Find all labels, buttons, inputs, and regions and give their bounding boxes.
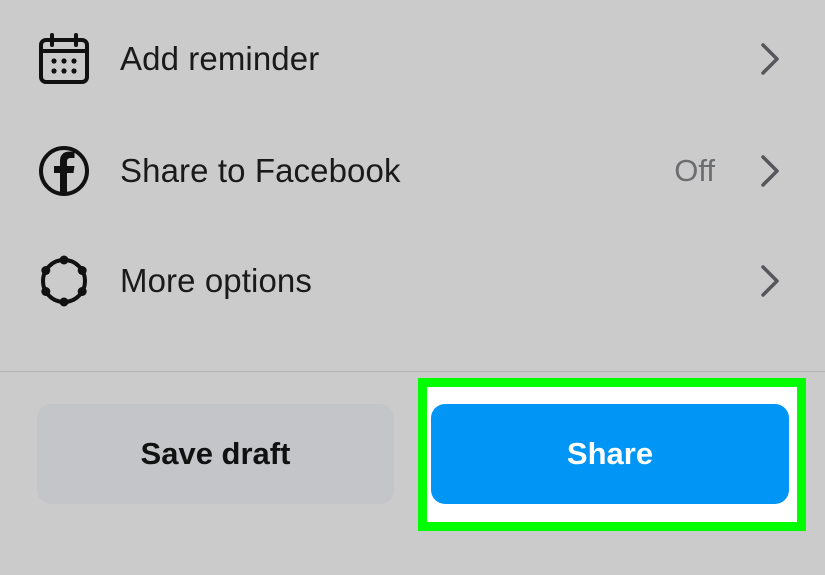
- save-draft-button[interactable]: Save draft: [37, 404, 394, 504]
- share-button[interactable]: Share: [431, 404, 789, 504]
- menu-item-more-options[interactable]: More options: [0, 231, 825, 331]
- facebook-icon: [37, 144, 91, 198]
- divider: [0, 371, 825, 372]
- calendar-icon: [37, 32, 91, 86]
- menu-item-add-reminder[interactable]: Add reminder: [0, 9, 825, 109]
- chevron-right-icon: [761, 155, 779, 187]
- gear-icon: [37, 254, 91, 308]
- menu-item-label: Add reminder: [120, 40, 320, 77]
- menu-item-label: Share to Facebook: [120, 152, 401, 189]
- chevron-right-icon: [761, 43, 779, 75]
- menu-item-share-to-facebook[interactable]: Share to Facebook Off: [0, 121, 825, 221]
- share-options-screen: Add reminder Share to Facebook Off More …: [0, 0, 825, 575]
- menu-item-label: More options: [120, 262, 312, 299]
- chevron-right-icon: [761, 265, 779, 297]
- facebook-share-status: Off: [674, 153, 715, 188]
